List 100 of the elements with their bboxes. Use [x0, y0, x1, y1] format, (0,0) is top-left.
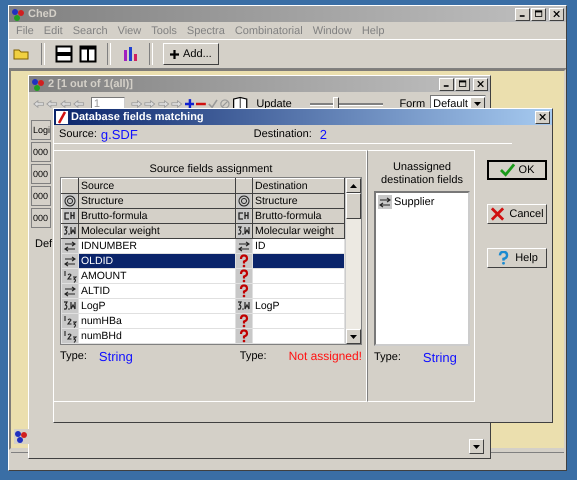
- table-cell: LogP: [81, 300, 106, 312]
- table-cell: Structure: [255, 195, 298, 207]
- destination-value: 2: [320, 126, 327, 142]
- type-label: Type:: [240, 350, 267, 362]
- source-value: g.SDF: [100, 126, 138, 142]
- source-label: Source:: [59, 128, 97, 140]
- type-value: String: [98, 348, 133, 364]
- table-cell: Brutto-formula: [255, 210, 322, 222]
- question-icon: [237, 284, 251, 298]
- table-cell: Molecular weight: [255, 225, 334, 237]
- scroll-down-button[interactable]: [469, 439, 484, 454]
- table-cell: Logi: [31, 120, 51, 140]
- list-item[interactable]: Supplier: [394, 196, 434, 208]
- question-icon: [237, 269, 251, 283]
- type-label: Type:: [374, 351, 401, 363]
- cross-icon: [490, 207, 506, 221]
- digits-icon: [63, 329, 77, 343]
- scroll-up-button[interactable]: [346, 178, 361, 193]
- plus-icon: [170, 50, 179, 58]
- no-sign-icon[interactable]: [220, 98, 230, 110]
- question-icon: [237, 314, 251, 328]
- table-cell: 000: [31, 186, 51, 206]
- swap-arrows-icon: [63, 239, 77, 253]
- left-arrow-icon[interactable]: [60, 99, 72, 109]
- type-value: Not assigned!: [288, 349, 362, 363]
- table-cell: Structure: [81, 195, 124, 207]
- check-icon[interactable]: [208, 98, 218, 110]
- decimal-icon: [63, 224, 77, 238]
- panel-title: Source fields assignment: [148, 163, 274, 175]
- form-label: Form: [399, 98, 426, 110]
- swap-arrows-icon: [378, 195, 392, 209]
- swap-arrows-icon: [63, 254, 77, 268]
- scrollbar-thumb[interactable]: [346, 193, 361, 219]
- table-cell: numHBa: [81, 315, 122, 327]
- minimize-button[interactable]: [515, 8, 530, 20]
- column-chart-icon[interactable]: [121, 45, 139, 63]
- question-icon: [237, 254, 251, 268]
- table-cell: ALTID: [81, 285, 110, 297]
- table-cell: LogP: [255, 300, 280, 312]
- type-value: String: [422, 350, 457, 364]
- dialog-title: Database fields matching: [71, 111, 205, 123]
- maximize-button[interactable]: [531, 8, 546, 20]
- table-cell: Molecular weight: [81, 225, 160, 237]
- minimize-button[interactable]: [439, 78, 454, 90]
- table-cell: numBHd: [81, 330, 122, 342]
- right-arrow-icon[interactable]: [158, 99, 170, 109]
- destination-label: Destination:: [254, 128, 312, 140]
- decimal-icon: [237, 224, 251, 238]
- close-button[interactable]: [535, 110, 550, 124]
- column-header: Destination: [252, 178, 344, 194]
- table-cell: AMOUNT: [81, 270, 126, 282]
- plus-icon[interactable]: [184, 98, 194, 110]
- table-cell: 000: [31, 208, 51, 228]
- swap-arrows-icon: [63, 284, 77, 298]
- close-button[interactable]: [549, 8, 564, 20]
- left-arrow-icon[interactable]: [46, 99, 58, 109]
- table-cell: ID: [255, 240, 266, 252]
- pencil-icon: [56, 110, 68, 124]
- table-cell: IDNUMBER: [81, 240, 138, 252]
- ok-button[interactable]: OK: [487, 160, 547, 180]
- help-button[interactable]: Help: [487, 248, 547, 268]
- right-arrow-icon[interactable]: [130, 99, 142, 109]
- close-icon: [552, 10, 560, 18]
- table-cell: OLDID: [81, 255, 114, 267]
- molecule-icon: [31, 78, 45, 90]
- unassigned-list[interactable]: Supplier: [374, 191, 470, 346]
- caret-icon: [473, 444, 480, 448]
- check-icon: [500, 163, 515, 177]
- scrollbar[interactable]: [345, 178, 361, 344]
- table-cell: 000: [31, 164, 51, 184]
- close-button[interactable]: [473, 78, 488, 90]
- digits-icon: [63, 314, 77, 328]
- vertical-split-icon[interactable]: [79, 45, 97, 63]
- close-icon: [538, 113, 546, 121]
- molecule-icon: [11, 8, 25, 20]
- horizontal-split-icon[interactable]: [55, 45, 73, 63]
- digits-icon: [63, 269, 77, 283]
- cancel-button[interactable]: Cancel: [487, 204, 547, 224]
- formula-icon: [237, 209, 251, 223]
- table-cell: Brutto-formula: [81, 210, 148, 222]
- close-icon: [476, 80, 484, 88]
- maximize-icon: [458, 80, 466, 88]
- scroll-down-button[interactable]: [346, 329, 361, 344]
- formula-icon: [63, 209, 77, 223]
- window-title: CheD: [28, 8, 58, 20]
- add-button[interactable]: Add...: [163, 43, 219, 65]
- maximize-button[interactable]: [455, 78, 470, 90]
- maximize-icon: [534, 10, 542, 18]
- caret-icon: [350, 184, 357, 188]
- question-icon: [237, 329, 251, 343]
- panel-title: Unassigned destination fields: [380, 161, 464, 187]
- column-header: Source: [78, 178, 236, 194]
- type-label: Type:: [60, 350, 87, 362]
- molecule-icon[interactable]: [14, 429, 29, 444]
- swap-arrows-icon: [237, 239, 251, 253]
- caret-icon: [350, 334, 357, 338]
- table-cell: 000: [31, 142, 51, 162]
- right-arrow-icon[interactable]: [144, 99, 156, 109]
- update-label[interactable]: Update: [256, 98, 292, 110]
- left-arrow-icon[interactable]: [73, 99, 85, 109]
